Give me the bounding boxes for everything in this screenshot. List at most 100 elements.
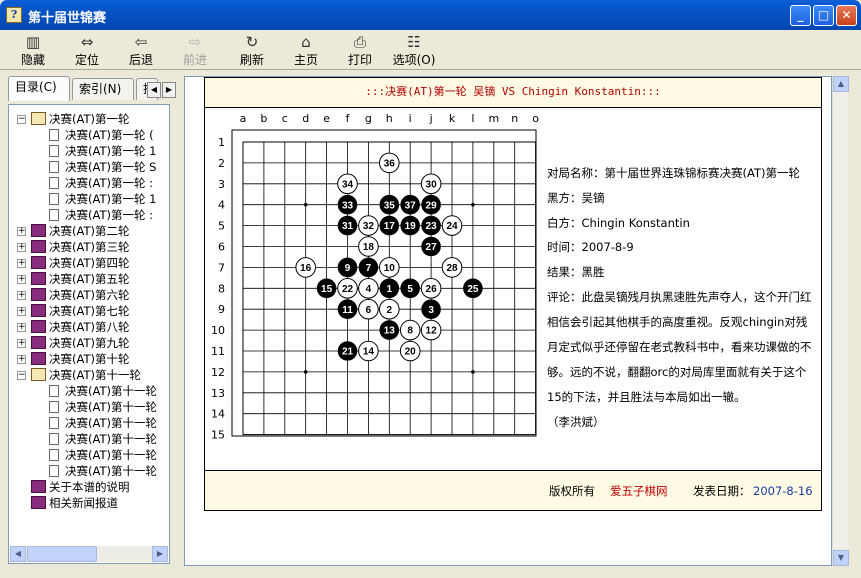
tree-child-node[interactable]: 决赛(AT)第十一轮: [9, 431, 169, 447]
page-icon: [49, 193, 59, 205]
tree-child-node[interactable]: 决赛(AT)第十一轮: [9, 447, 169, 463]
tree-node[interactable]: + 决赛(AT)第九轮: [9, 335, 169, 351]
tree-node[interactable]: − 决赛(AT)第十一轮: [9, 367, 169, 383]
content-vertical-scrollbar[interactable]: ▲ ▼: [832, 76, 849, 566]
locate-button[interactable]: ⇔ 定位: [63, 33, 111, 69]
tree-child-node[interactable]: 决赛(AT)第十一轮: [9, 463, 169, 479]
collapse-icon[interactable]: −: [17, 115, 26, 124]
stone-number: 18: [363, 242, 375, 253]
page-icon: [49, 385, 59, 397]
back-arrow-icon: ⇦: [134, 33, 148, 51]
expand-icon[interactable]: +: [17, 307, 26, 316]
nav-tabs: 目录(C) 索引(N) 搜 ◀ ▶: [4, 76, 179, 101]
column-label: h: [386, 112, 393, 125]
stone-number: 11: [342, 305, 353, 316]
row-label: 15: [211, 429, 225, 442]
tree-node-label: 决赛(AT)第九轮: [49, 336, 130, 350]
expand-icon[interactable]: +: [17, 291, 26, 300]
refresh-icon: ↻: [245, 33, 259, 51]
column-label: f: [346, 112, 351, 125]
tree-child-node[interactable]: 决赛(AT)第一轮 1: [9, 143, 169, 159]
scroll-thumb[interactable]: [27, 546, 97, 562]
tab-scroll-right-icon[interactable]: ▶: [162, 82, 176, 98]
site-link[interactable]: 爱五子棋网: [610, 471, 668, 511]
column-label: d: [302, 112, 309, 125]
tree-node[interactable]: + 决赛(AT)第七轮: [9, 303, 169, 319]
tab-scroll-left-icon[interactable]: ◀: [147, 82, 161, 98]
comment-author: （李洪斌）: [547, 414, 605, 429]
row-label: 1: [218, 136, 225, 149]
tab-index[interactable]: 索引(N): [72, 78, 134, 100]
game-comment: 评论：此盘吴镝残月执黑速胜先声夺人，这个开门红相信会引起其他棋手的高度重视。反观…: [547, 289, 812, 404]
toolbar-label: 主页: [293, 53, 318, 67]
stone-number: 13: [384, 326, 396, 337]
tree-child-label: 决赛(AT)第十一轮: [65, 432, 157, 446]
content-pane: :::决赛(AT)第一轮 吴镝 VS Chingin Konstantin:::…: [184, 76, 832, 566]
tree-child-label: 决赛(AT)第一轮 1: [65, 144, 157, 158]
tree-child-node[interactable]: 决赛(AT)第十一轮: [9, 383, 169, 399]
expand-icon[interactable]: +: [17, 323, 26, 332]
stone-number: 1: [387, 284, 393, 295]
column-label: a: [240, 112, 247, 125]
hide-button[interactable]: ▥ 隐藏: [9, 33, 57, 69]
minimize-button[interactable]: _: [790, 5, 811, 26]
tree-node[interactable]: − 决赛(AT)第一轮: [9, 111, 169, 127]
expand-icon[interactable]: +: [17, 227, 26, 236]
toolbar-label: 后退: [128, 53, 153, 67]
tree-child-node[interactable]: 决赛(AT)第一轮 :: [9, 175, 169, 191]
tree-node[interactable]: + 决赛(AT)第二轮: [9, 223, 169, 239]
tab-contents[interactable]: 目录(C): [8, 76, 70, 101]
stone-number: 26: [426, 284, 438, 295]
stone-number: 37: [405, 200, 417, 211]
tree-node[interactable]: 相关新闻报道: [9, 495, 169, 511]
scroll-left-icon[interactable]: ◀: [10, 546, 26, 562]
contents-tree: − 决赛(AT)第一轮 决赛(AT)第一轮 (决赛(AT)第一轮 1 决赛(AT)第一…: [8, 104, 170, 564]
tree-child-node[interactable]: 决赛(AT)第一轮 :: [9, 207, 169, 223]
scroll-down-icon[interactable]: ▼: [833, 550, 849, 566]
back-arrow-button[interactable]: ⇦ 后退: [117, 33, 165, 69]
maximize-button[interactable]: □: [813, 5, 834, 26]
tree-child-node[interactable]: 决赛(AT)第十一轮: [9, 399, 169, 415]
refresh-button[interactable]: ↻ 刷新: [228, 33, 276, 69]
tree-node[interactable]: 关于本谱的说明: [9, 479, 169, 495]
star-point: [303, 370, 308, 374]
expand-icon[interactable]: +: [17, 259, 26, 268]
stone-number: 19: [405, 221, 417, 232]
tree-node[interactable]: + 决赛(AT)第三轮: [9, 239, 169, 255]
expand-icon[interactable]: +: [17, 243, 26, 252]
tree-child-node[interactable]: 决赛(AT)第一轮 (: [9, 127, 169, 143]
scroll-right-icon[interactable]: ▶: [152, 546, 168, 562]
toolbar-label: 隐藏: [20, 53, 45, 67]
page-icon: [49, 465, 59, 477]
tree-node[interactable]: + 决赛(AT)第四轮: [9, 255, 169, 271]
game-info: 对局名称：第十届世界连珠锦标赛决赛(AT)第一轮 黑方：吴镝 白方：Chingi…: [547, 161, 817, 435]
home-button[interactable]: ⌂ 主页: [282, 33, 330, 69]
stone-number: 8: [407, 326, 413, 337]
print-button[interactable]: ⎙ 打印: [336, 33, 384, 69]
column-label: j: [429, 112, 433, 125]
tree-node[interactable]: + 决赛(AT)第十轮: [9, 351, 169, 367]
locate-icon: ⇔: [80, 33, 94, 51]
closed-book-icon: [31, 496, 46, 509]
expand-icon[interactable]: +: [17, 355, 26, 364]
page-icon: [49, 161, 59, 173]
options-button[interactable]: ☷ 选项(O): [390, 33, 438, 69]
tree-horizontal-scrollbar[interactable]: ◀ ▶: [10, 546, 168, 562]
tree-node[interactable]: + 决赛(AT)第八轮: [9, 319, 169, 335]
close-button[interactable]: ✕: [836, 5, 857, 26]
page-icon: [49, 145, 59, 157]
options-icon: ☷: [407, 33, 421, 51]
tree-child-node[interactable]: 决赛(AT)第一轮 S: [9, 159, 169, 175]
tree-child-node[interactable]: 决赛(AT)第十一轮: [9, 415, 169, 431]
scroll-up-icon[interactable]: ▲: [833, 76, 849, 92]
tree-node[interactable]: + 决赛(AT)第五轮: [9, 271, 169, 287]
collapse-icon[interactable]: −: [17, 371, 26, 380]
column-label: m: [488, 112, 499, 125]
tree-child-node[interactable]: 决赛(AT)第一轮 1: [9, 191, 169, 207]
expand-icon[interactable]: +: [17, 275, 26, 284]
tree-node[interactable]: + 决赛(AT)第六轮: [9, 287, 169, 303]
column-label: e: [323, 112, 330, 125]
row-label: 10: [211, 324, 225, 337]
expand-icon[interactable]: +: [17, 339, 26, 348]
title-bar: ? 第十届世锦赛 _ □ ✕: [0, 0, 861, 30]
